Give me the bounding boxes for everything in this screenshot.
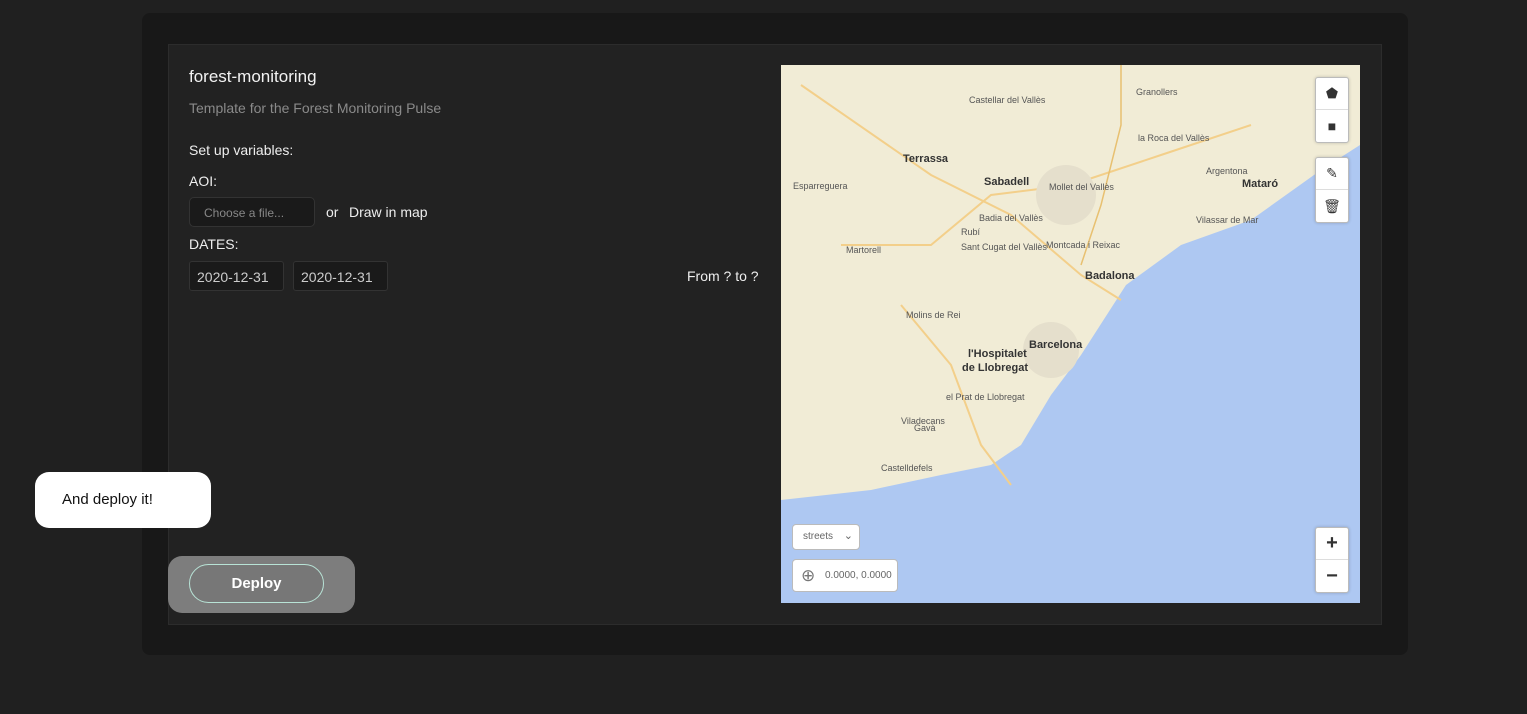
map-place-label: Montcada i Reixac <box>1046 240 1121 250</box>
date-from-input[interactable]: 2020-12-31 <box>189 261 284 291</box>
map-place-label: Sabadell <box>984 176 1030 188</box>
aoi-label: AOI: <box>189 173 218 189</box>
dates-label: DATES: <box>189 236 239 252</box>
rectangle-icon[interactable]: ■ <box>1316 110 1348 142</box>
map-place-label: Terrassa <box>903 153 949 165</box>
map-place-label: Gavà <box>914 423 936 433</box>
map-place-label: la Roca del Vallès <box>1138 133 1210 143</box>
or-text: or <box>326 204 339 220</box>
map-place-label: Badalona <box>1085 270 1135 282</box>
tour-tooltip: And deploy it! <box>35 472 211 528</box>
zoom-out-button[interactable]: − <box>1316 560 1348 592</box>
map-style-select[interactable]: streets ⌄ <box>792 524 860 550</box>
map-place-label: de Llobregat <box>962 362 1029 374</box>
map-place-label: Mollet del Vallès <box>1049 182 1114 192</box>
map-place-label: l'Hospitalet <box>968 348 1027 360</box>
chevron-down-icon: ⌄ <box>843 530 853 542</box>
map-place-label: Esparreguera <box>793 181 848 191</box>
edit-icon[interactable]: ✎ <box>1316 158 1348 190</box>
draw-shape-toolbar: ⬟ ■ <box>1315 77 1349 143</box>
map-place-label: el Prat de Llobregat <box>946 392 1025 402</box>
deploy-button[interactable]: Deploy <box>189 564 324 603</box>
date-range-text: From ? to ? <box>687 268 759 284</box>
map-place-label: Barcelona <box>1029 339 1083 351</box>
map-place-label: Mataró <box>1242 178 1279 190</box>
setup-label: Set up variables: <box>189 142 294 158</box>
zoom-in-button[interactable]: + <box>1316 528 1348 560</box>
map-place-label: Rubí <box>961 227 981 237</box>
map-place-label: Sant Cugat del Vallès <box>961 242 1047 252</box>
zoom-controls: + − <box>1315 527 1349 593</box>
map-place-label: Castelldefels <box>881 463 933 473</box>
crosshair-icon: ⊕ <box>801 566 816 585</box>
map-place-label: Argentona <box>1206 166 1248 176</box>
map[interactable]: Terrassa Sabadell Badalona Barcelona l'Hospi… <box>781 65 1360 603</box>
date-to-input[interactable]: 2020-12-31 <box>293 261 388 291</box>
draw-in-map-link[interactable]: Draw in map <box>349 204 428 220</box>
trash-icon[interactable]: 🗑 <box>1316 190 1348 222</box>
map-style-value: streets <box>803 531 834 542</box>
deploy-highlight: Deploy <box>168 556 355 613</box>
coordinates-display[interactable]: ⊕ 0.0000, 0.0000 <box>792 559 898 592</box>
polygon-icon[interactable]: ⬟ <box>1316 78 1348 110</box>
map-place-label: Badia del Vallès <box>979 213 1043 223</box>
template-title: forest-monitoring <box>189 67 317 86</box>
coordinates-value: 0.0000, 0.0000 <box>825 570 892 581</box>
edit-toolbar: ✎ 🗑 <box>1315 157 1349 223</box>
map-place-label: Vilassar de Mar <box>1196 215 1259 225</box>
map-background <box>781 65 1360 603</box>
file-input[interactable]: Choose a file... <box>189 197 315 227</box>
map-place-label: Martorell <box>846 245 882 255</box>
map-place-label: Molins de Rei <box>906 310 961 320</box>
map-place-label: Granollers <box>1136 87 1178 97</box>
map-place-label: Castellar del Vallès <box>969 95 1046 105</box>
template-description: Template for the Forest Monitoring Pulse <box>189 100 442 116</box>
